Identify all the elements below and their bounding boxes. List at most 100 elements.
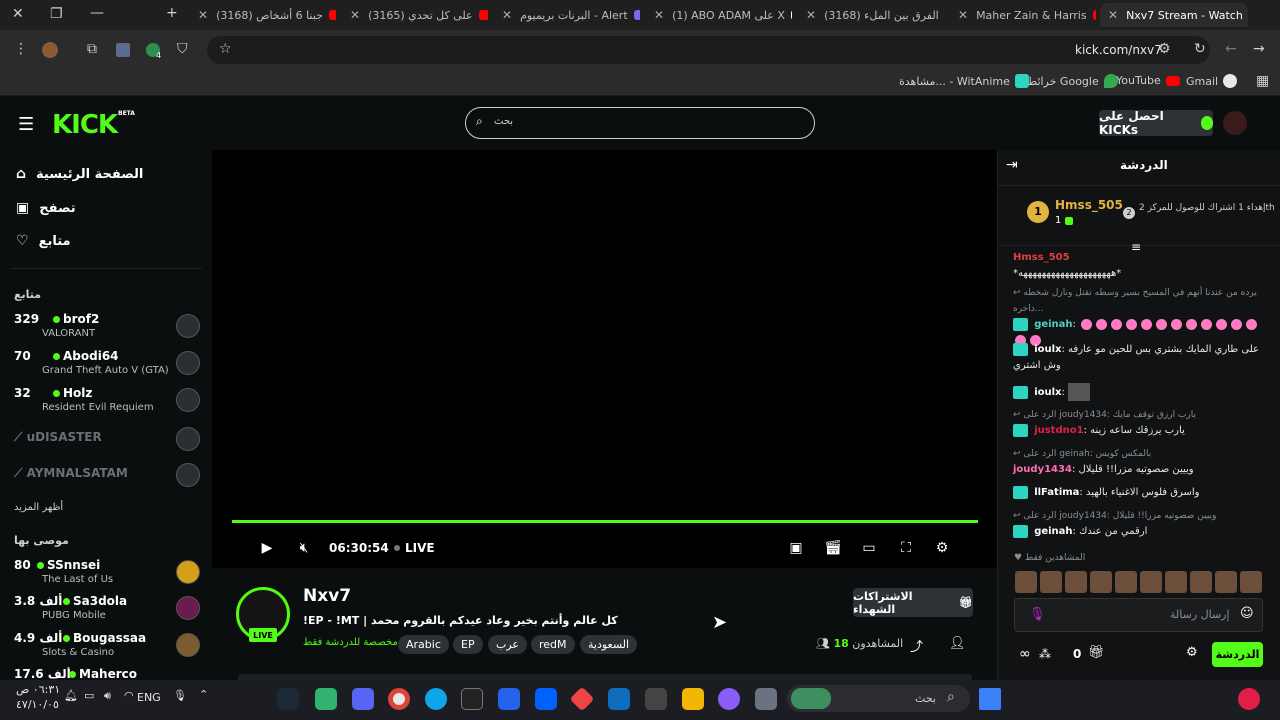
fullscreen-icon[interactable]: ⛶ [898,540,914,556]
chat-message[interactable]: ↩ يرده من عندنا أنهم في المسيح بسير وسطه… [1013,285,1271,349]
close-tab-icon[interactable]: ✕ [958,8,968,22]
settings-gear-icon[interactable]: ⚙ [934,540,950,556]
copilot-icon[interactable] [718,688,740,710]
app-icon[interactable] [315,688,337,710]
app-icon[interactable] [498,688,520,710]
chat-message[interactable]: llFatima: واسرق فلوس الاغنياء بالهيد [1013,485,1271,501]
clock-time[interactable]: ٠٦:٣١ ص [16,683,60,696]
gift-icon[interactable]: 🎁︎ [1088,645,1105,660]
reload-icon[interactable]: ↻ [1194,41,1206,57]
chat-message[interactable]: ↩ الرد على joudy1434: وييين صصوتيه مزرا!… [1013,508,1271,540]
close-tab-icon[interactable]: ✕ [654,8,664,22]
volume-icon[interactable]: 🔊︎ [104,689,111,703]
search-input[interactable]: ⌕ بحث [465,107,815,139]
wifi-icon[interactable]: ◠ [124,689,134,702]
mini-player-icon[interactable]: ▣ [788,540,804,556]
battery-icon[interactable]: ▭ [84,689,94,702]
bookmark-star-icon[interactable]: ☆ [219,41,232,57]
browser-tab[interactable]: ✕ (3168) الفرق بين الملء [798,3,944,27]
close-tab-icon[interactable]: ✕ [806,8,816,22]
sidebar-item-following[interactable]: ♡ متابع [16,233,71,249]
extensions-icon[interactable]: ⧉ [87,41,97,57]
extension-icon[interactable] [116,43,130,57]
browser-tab[interactable]: ✕ Maher Zain & Harris [950,3,1096,27]
notification-icon[interactable]: 🔔︎ [64,689,78,702]
chat-settings-icon[interactable]: ⚙ [1186,645,1198,660]
streamer-name[interactable]: Nxv7 [303,586,351,606]
chat-message[interactable]: Hmss_505 *ههههههههههههههههههههه* [1013,250,1271,282]
browser-tab[interactable]: ✕ (3168) جبنا 6 أشخاص [190,3,336,27]
browser-tab-active[interactable]: ✕ Nxv7 Stream - Watch [1100,3,1248,27]
mute-icon[interactable]: 🔇︎ [296,540,312,556]
edge-icon[interactable] [425,688,447,710]
omnibox[interactable] [207,36,1210,64]
app-icon[interactable] [755,688,777,710]
chrome-icon[interactable] [388,688,410,710]
bookmark-google-maps[interactable]: خرائط Google [1027,74,1118,88]
bookmark-witanime[interactable]: مشاهدة... - WitAnime [899,74,1029,88]
back-icon[interactable]: → [1253,41,1265,57]
sidebar-item-browse[interactable]: ▣ تصفح [16,200,76,216]
follow-user-icon[interactable]: 👤︎ [949,636,966,651]
user-avatar[interactable] [1223,111,1247,135]
input-language[interactable]: ENG [137,691,161,704]
chat-message[interactable]: ↩ الرد على joudy1434: يارب ارزق توقف ماي… [1013,407,1271,439]
chat-username[interactable]: geinah [1034,319,1072,330]
stream-tag[interactable]: Arabic [398,635,449,654]
live-label[interactable]: LIVE [405,541,435,555]
recommended-channel[interactable]: 80 SSnnsei The Last of Us [14,558,200,594]
minimize-window-icon[interactable]: — [90,5,104,21]
kick-logo[interactable]: KICK [52,110,118,140]
recommended-channel[interactable]: 3.8 ألف Sa3dola PUBG Mobile [14,594,200,630]
taskbar-search[interactable]: بحث ⌕ [787,685,970,712]
url-text[interactable]: kick.com/nxv7 [1075,43,1162,57]
epic-games-icon[interactable] [461,688,483,710]
start-windows-icon[interactable] [979,688,1001,710]
bookmark-youtube[interactable]: YouTube [1116,74,1180,87]
store-icon[interactable] [645,688,667,710]
tray-expand-icon[interactable]: ⌃ [199,688,208,701]
chat-username[interactable]: llFatima [1034,487,1079,498]
infinity-icon[interactable]: ∞ [1019,646,1031,662]
mail-icon[interactable] [608,688,630,710]
chat-username[interactable]: ioulx [1034,344,1061,355]
profile-avatar[interactable] [42,42,58,58]
chat-message[interactable]: ioulx: [1013,383,1271,401]
sidebar-item-home[interactable]: ⌂ الصفحة الرئيسية [16,166,143,182]
clock-date[interactable]: ٤٧/١٠/٠٥ [16,698,59,711]
discord-icon[interactable] [352,688,374,710]
microphone-icon[interactable]: 🎙︎ [1029,607,1046,622]
browser-tab[interactable]: ✕ البرنات بريميوم - Alert [494,3,640,27]
close-tab-icon[interactable]: ✕ [1108,8,1118,22]
chat-username[interactable]: geinah [1034,526,1072,537]
new-tab-icon[interactable]: + [166,5,178,21]
video-player[interactable] [212,150,997,568]
close-tab-icon[interactable]: ✕ [350,8,360,22]
show-more-link[interactable]: أظهر المزيد [14,502,63,513]
offline-channel[interactable]: ⟋ uDISASTER [14,430,102,445]
share-icon[interactable]: ⤴ [910,636,923,655]
hamburger-menu-icon[interactable]: ☰ [18,114,34,135]
bookmark-gmail[interactable]: Gmail [1186,74,1238,88]
following-channel[interactable]: 70 Abodi64 Grand Theft Auto V (GTA) [14,349,200,385]
mic-tray-icon[interactable]: 🎙︎ [173,689,187,702]
clip-icon[interactable]: 🎬︎ [824,540,842,556]
recommended-channel[interactable]: 4.9 ألف Bougassaa Slots & Casino [14,631,200,667]
stream-tag[interactable]: عرب [488,635,527,654]
site-settings-icon[interactable]: ⚙ [1158,41,1171,57]
browser-tab[interactable]: ✕ (1) ABO ADAM على X [646,3,792,27]
offline-channel[interactable]: ⟋ AYMNALSATAM [14,466,128,481]
browser-tab[interactable]: ✕ (3165) على كل تحدي [342,3,488,27]
send-chat-button[interactable]: الدردشة [1212,642,1263,667]
top-gifter-name[interactable]: Hmss_505 [1055,198,1123,212]
recommended-channel[interactable]: 17.6 ألف Maherco [14,667,200,680]
play-icon[interactable]: ▶ [259,540,275,556]
stream-tag[interactable]: EP [453,635,483,654]
get-kicks-button[interactable]: احصل على KICKs [1099,109,1213,137]
chat-username[interactable]: justdno1 [1034,425,1083,436]
chat-username[interactable]: ioulx [1034,387,1061,398]
chat-username[interactable]: joudy1434 [1013,464,1072,475]
stream-tag[interactable]: redM [531,635,575,654]
chat-username[interactable]: Hmss_505 [1013,252,1070,263]
apps-grid-icon[interactable]: ▦ [1256,73,1269,89]
